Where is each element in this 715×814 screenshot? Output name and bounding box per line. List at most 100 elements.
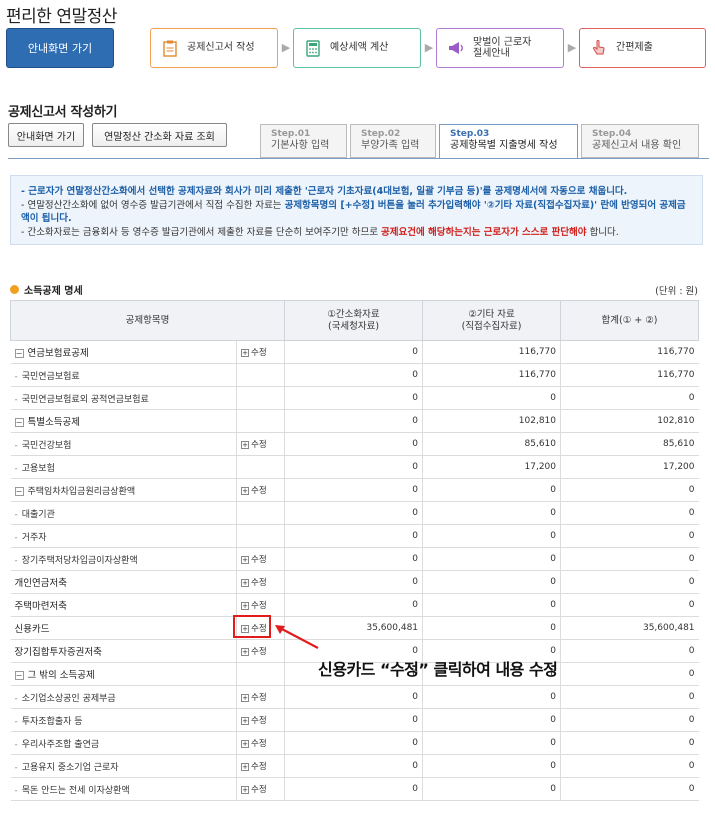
deduction-item-name: - 고용보험: [10, 455, 237, 479]
edit-cell: + 수정: [235, 478, 285, 502]
annotation-arrow-icon: [275, 625, 319, 649]
tab-step-03[interactable]: Step.03 공제항목별 지출명세 작성: [439, 124, 578, 159]
dash-marker: -: [14, 463, 18, 474]
deduction-item-name: 개인연금저축: [10, 570, 237, 594]
simple-amount: 0: [284, 432, 423, 456]
plus-icon: +: [241, 578, 249, 587]
edit-cell: + 수정: [235, 570, 285, 594]
total-amount: 102,810: [560, 409, 699, 433]
tab-step-04[interactable]: Step.04 공제신고서 내용 확인: [581, 124, 699, 158]
step-dual-income-guide[interactable]: 맞벌이 근로자 절세안내: [436, 28, 564, 68]
other-amount: 0: [422, 708, 561, 732]
plus-icon: +: [241, 739, 249, 748]
edit-button[interactable]: + 수정: [241, 647, 267, 657]
table-row: - 거주자 0 0 0: [10, 524, 699, 548]
tab-step-02[interactable]: Step.02 부양가족 입력: [350, 124, 436, 158]
home-guide-button[interactable]: 안내화면 가기: [6, 28, 114, 68]
table-row: − 연금보험료공제 + 수정 0 116,770 116,770: [10, 340, 699, 364]
total-amount: 0: [560, 524, 699, 548]
simple-amount: 0: [284, 754, 423, 778]
edit-button[interactable]: + 수정: [241, 762, 267, 772]
column-header-total: 합계(① + ②): [560, 300, 700, 341]
total-amount: 0: [560, 501, 699, 525]
edit-button[interactable]: + 수정: [241, 486, 267, 496]
deduction-item-name: - 국민건강보험: [10, 432, 237, 456]
plus-icon: +: [241, 440, 249, 449]
simple-amount: 0: [284, 478, 423, 502]
section-title: 공제신고서 작성하기: [8, 105, 118, 120]
plus-icon: +: [241, 348, 249, 357]
step-label: 공제신고서 작성: [187, 42, 255, 54]
edit-cell: [235, 524, 285, 548]
step-write-form[interactable]: 공제신고서 작성: [150, 28, 278, 68]
table-row: - 국민연금보험료 0 116,770 116,770: [10, 363, 699, 387]
edit-button[interactable]: + 수정: [241, 578, 267, 588]
table-row: - 소기업소상공인 공제부금 + 수정 0 0 0: [10, 685, 699, 709]
dash-marker: -: [14, 716, 18, 727]
table-row: 개인연금저축 + 수정 0 0 0: [10, 570, 699, 594]
deduction-item-name: 장기집합투자증권저축: [10, 639, 237, 663]
edit-button[interactable]: + 수정: [241, 601, 267, 611]
table-row: - 고용유지 중소기업 근로자 + 수정 0 0 0: [10, 754, 699, 778]
other-amount: 102,810: [422, 409, 561, 433]
simple-amount: 0: [284, 593, 423, 617]
step-arrow-icon: ▶: [424, 41, 434, 54]
dash-marker: -: [14, 693, 18, 704]
other-amount: 0: [422, 478, 561, 502]
guide-page-button[interactable]: 안내화면 가기: [8, 123, 84, 147]
total-amount: 35,600,481: [560, 616, 699, 640]
tab-divider: [8, 158, 709, 159]
simple-amount: 0: [284, 501, 423, 525]
deduction-item-name: 신용카드: [10, 616, 237, 640]
step-simple-submit[interactable]: 간편제출: [579, 28, 706, 68]
simple-amount: 0: [284, 570, 423, 594]
notice-line-3: - 간소화자료는 금융회사 등 영수증 발급기관에서 제출한 자료를 단순히 보…: [21, 226, 619, 238]
edit-button[interactable]: + 수정: [241, 716, 267, 726]
collapse-toggle-icon[interactable]: −: [14, 349, 24, 358]
deduction-list-title: 소득공제 명세: [10, 282, 83, 297]
collapse-toggle-icon[interactable]: −: [14, 486, 24, 496]
edit-button[interactable]: + 수정: [241, 785, 267, 795]
plus-icon: +: [241, 785, 249, 794]
simple-amount: 0: [284, 547, 423, 571]
other-amount: 0: [422, 777, 561, 801]
deduction-item-name: − 주택임차차입금원리금상환액: [10, 478, 237, 502]
total-amount: 0: [560, 570, 699, 594]
dash-marker: -: [14, 739, 18, 750]
collapse-toggle-icon[interactable]: −: [14, 418, 24, 427]
other-amount: 0: [422, 754, 561, 778]
tab-step-label: 부양가족 입력: [361, 139, 420, 151]
edit-cell: + 수정: [235, 708, 285, 732]
plus-icon: +: [241, 716, 249, 725]
calculator-icon: [304, 38, 322, 58]
dash-marker: -: [14, 532, 18, 543]
dash-marker: -: [14, 762, 18, 773]
simple-amount: 0: [284, 340, 423, 364]
collapse-toggle-icon[interactable]: −: [14, 671, 24, 680]
total-amount: 0: [560, 478, 699, 502]
deduction-item-name: - 장기주택저당차입금이자상환액: [10, 547, 237, 571]
dash-marker: -: [14, 509, 18, 520]
column-header-other: ②기타 자료 (직접수집자료): [422, 300, 562, 341]
deduction-table: 공제항목명 ①간소화자료 (국세청자료) ②기타 자료 (직접수집자료) 합계(…: [9, 300, 700, 801]
table-row: 주택마련저축 + 수정 0 0 0: [10, 593, 699, 617]
table-row: - 우리사주조합 출연금 + 수정 0 0 0: [10, 731, 699, 755]
other-amount: 0: [422, 547, 561, 571]
total-amount: 0: [560, 662, 699, 686]
total-amount: 0: [560, 386, 699, 410]
total-amount: 17,200: [560, 455, 699, 479]
column-header-item: 공제항목명: [9, 300, 286, 341]
other-amount: 116,770: [422, 340, 561, 364]
simplified-data-view-button[interactable]: 연말정산 간소화 자료 조회: [92, 123, 227, 147]
edit-button[interactable]: + 수정: [241, 693, 267, 703]
edit-button[interactable]: + 수정: [241, 555, 267, 565]
app-title: 편리한 연말정산: [6, 7, 117, 27]
edit-button[interactable]: + 수정: [241, 739, 267, 749]
edit-button[interactable]: + 수정: [241, 440, 267, 450]
megaphone-icon: [447, 38, 465, 58]
simple-amount: 0: [284, 386, 423, 410]
step-tax-estimate[interactable]: 예상세액 계산: [293, 28, 421, 68]
edit-button[interactable]: + 수정: [241, 348, 267, 358]
tab-step-01[interactable]: Step.01 기본사항 입력: [260, 124, 347, 158]
dash-marker: -: [14, 394, 18, 405]
